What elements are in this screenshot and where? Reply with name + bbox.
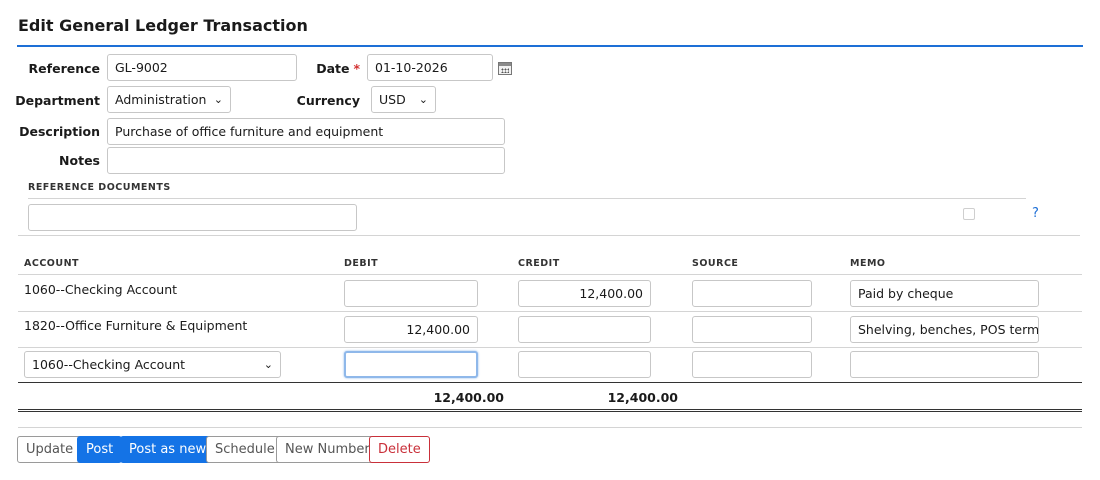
column-header-source: SOURCE [692,258,739,269]
calendar-icon[interactable] [498,62,512,75]
row-3-debit-input[interactable] [344,351,478,378]
row-2-account: 1820--Office Furniture & Equipment [24,318,248,333]
schedule-button[interactable]: Schedule [206,436,284,463]
totals-double-rule [18,409,1082,412]
row-2-memo-input[interactable]: Shelving, benches, POS terminal [850,316,1039,343]
help-link[interactable]: ? [1032,206,1039,221]
chevron-down-icon: ⌄ [213,93,223,106]
row-3-memo-input[interactable] [850,351,1039,378]
row-1-credit-input[interactable]: 12,400.00 [518,280,651,307]
date-input[interactable]: 01-10-2026 [367,54,493,81]
row-2-source-input[interactable] [692,316,812,343]
column-header-memo: MEMO [850,258,886,269]
column-header-debit: DEBIT [344,258,379,269]
row-3-account-value: 1060--Checking Account [32,357,186,372]
section-divider [28,198,1026,199]
page-title: Edit General Ledger Transaction [18,16,308,35]
table-row-rule [18,311,1082,312]
table-row-rule [18,347,1082,348]
required-mark: * [353,61,360,76]
update-button[interactable]: Update [17,436,83,463]
description-input[interactable]: Purchase of office furniture and equipme… [107,118,505,145]
delete-button[interactable]: Delete [369,436,430,463]
row-2-credit-input[interactable] [518,316,651,343]
notes-input[interactable] [107,147,505,174]
row-1-account: 1060--Checking Account [24,282,178,297]
row-3-account-select[interactable]: 1060--Checking Account ⌄ [24,351,281,378]
reference-input[interactable]: GL-9002 [107,54,297,81]
date-label: Date * [316,61,360,76]
total-credit: 12,400.00 [607,390,678,405]
table-header-rule [18,274,1082,275]
title-underline [17,45,1083,47]
currency-select[interactable]: USD ⌄ [371,86,436,113]
totals-top-rule [18,382,1082,383]
reference-documents-checkbox[interactable] [963,208,975,220]
total-debit: 12,400.00 [433,390,504,405]
column-header-credit: CREDIT [518,258,560,269]
section-divider [18,235,1080,236]
currency-label: Currency [296,93,360,108]
notes-label: Notes [59,153,100,168]
reference-label: Reference [28,61,100,76]
reference-documents-input[interactable] [28,204,357,231]
description-label: Description [19,124,100,139]
department-label: Department [15,93,100,108]
post-button[interactable]: Post [77,436,123,463]
row-3-source-input[interactable] [692,351,812,378]
column-header-account: ACCOUNT [24,258,80,269]
row-2-debit-input[interactable]: 12,400.00 [344,316,478,343]
new-number-button[interactable]: New Number [276,436,379,463]
department-select[interactable]: Administration ⌄ [107,86,231,113]
row-1-source-input[interactable] [692,280,812,307]
footer-divider [18,427,1082,428]
department-value: Administration [115,92,207,107]
row-1-debit-input[interactable] [344,280,478,307]
reference-documents-heading: REFERENCE DOCUMENTS [28,182,171,193]
post-as-new-button[interactable]: Post as new [120,436,216,463]
row-3-credit-input[interactable] [518,351,651,378]
chevron-down-icon: ⌄ [418,93,428,106]
row-1-memo-input[interactable]: Paid by cheque [850,280,1039,307]
chevron-down-icon: ⌄ [263,358,273,371]
currency-value: USD [379,92,406,107]
